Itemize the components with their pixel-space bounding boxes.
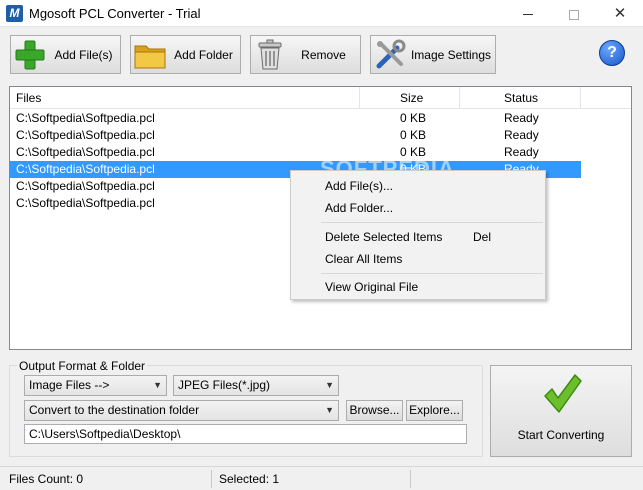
add-files-label: Add File(s) [54, 47, 113, 62]
explore-button[interactable]: Explore... [406, 400, 463, 421]
minimize-icon [523, 14, 533, 16]
output-format-group-title: Output Format & Folder [17, 359, 148, 373]
column-header-files[interactable]: Files [10, 87, 360, 109]
remove-button[interactable]: Remove [250, 35, 361, 74]
file-path: C:\Softpedia\Softpedia.pcl [16, 162, 155, 176]
output-path-field[interactable]: C:\Users\Softpedia\Desktop\ [24, 424, 467, 444]
menu-item-label: Clear All Items [325, 252, 403, 266]
help-button[interactable]: ? [599, 40, 625, 66]
selected-count-status: Selected: 1 [219, 472, 280, 486]
add-files-button[interactable]: Add File(s) [10, 35, 121, 74]
window-title: Mgosoft PCL Converter - Trial [29, 6, 201, 21]
file-path: C:\Softpedia\Softpedia.pcl [16, 145, 155, 159]
file-size: 0 KB [400, 111, 427, 125]
context-menu: Add File(s)... Add Folder... Delete Sele… [290, 170, 546, 300]
close-icon: ✕ [613, 5, 627, 22]
format-type-select[interactable]: Image Files --> ▼ [24, 375, 167, 396]
explore-label: Explore... [409, 403, 460, 417]
file-path: C:\Softpedia\Softpedia.pcl [16, 179, 155, 193]
menu-item-shortcut: Del [473, 230, 492, 244]
image-settings-label: Image Settings [410, 47, 492, 62]
file-path: C:\Softpedia\Softpedia.pcl [16, 196, 155, 210]
image-settings-button[interactable]: Image Settings [370, 35, 496, 74]
menu-separator [321, 222, 543, 223]
file-status: Ready [504, 111, 539, 125]
title-bar: M Mgosoft PCL Converter - Trial ✕ [0, 0, 643, 27]
menu-item-label: Add File(s)... [325, 179, 394, 193]
browse-label: Browse... [349, 403, 400, 417]
start-converting-button[interactable]: Start Converting [490, 365, 632, 457]
menu-item-label: Add Folder... [325, 201, 394, 215]
menu-separator [321, 273, 543, 274]
format-subtype-value: JPEG Files(*.jpg) [178, 378, 271, 392]
table-row[interactable]: C:\Softpedia\Softpedia.pcl 0 KB Ready [10, 110, 581, 127]
menu-item-label: Delete Selected Items [325, 230, 443, 244]
trash-can-icon [253, 38, 287, 72]
destination-mode-select[interactable]: Convert to the destination folder ▼ [24, 400, 339, 421]
chevron-down-icon: ▼ [153, 380, 162, 390]
add-folder-label: Add Folder [174, 47, 233, 62]
add-folder-button[interactable]: Add Folder [130, 35, 241, 74]
menu-item-label: View Original File [325, 280, 419, 294]
column-header-size[interactable]: Size [360, 87, 460, 109]
file-path: C:\Softpedia\Softpedia.pcl [16, 111, 155, 125]
browse-button[interactable]: Browse... [346, 400, 403, 421]
format-subtype-select[interactable]: JPEG Files(*.jpg) ▼ [173, 375, 339, 396]
maximize-icon [569, 9, 579, 20]
menu-item-delete-selected[interactable]: Delete Selected Items Del [291, 226, 545, 248]
destination-mode-value: Convert to the destination folder [29, 403, 200, 417]
menu-item-clear-all[interactable]: Clear All Items [291, 248, 545, 270]
file-status: Ready [504, 128, 539, 142]
format-type-value: Image Files --> [29, 378, 110, 392]
output-path-value: C:\Users\Softpedia\Desktop\ [29, 427, 181, 441]
chevron-down-icon: ▼ [325, 380, 334, 390]
menu-item-add-folder[interactable]: Add Folder... [291, 197, 545, 219]
table-row[interactable]: C:\Softpedia\Softpedia.pcl 0 KB Ready [10, 127, 581, 144]
status-separator [211, 470, 212, 488]
folder-icon [133, 38, 167, 72]
table-row[interactable]: C:\Softpedia\Softpedia.pcl 0 KB Ready [10, 144, 581, 161]
tools-icon [373, 38, 407, 72]
status-bar: Files Count: 0 Selected: 1 [0, 466, 643, 490]
column-header-status[interactable]: Status [460, 87, 581, 109]
files-count-status: Files Count: 0 [9, 472, 84, 486]
help-icon: ? [607, 44, 617, 61]
status-separator [410, 470, 411, 488]
app-logo-icon: M [6, 5, 23, 22]
menu-item-add-files[interactable]: Add File(s)... [291, 175, 545, 197]
chevron-down-icon: ▼ [325, 405, 334, 415]
green-checkmark-icon [542, 372, 582, 416]
green-plus-icon [13, 38, 47, 72]
file-size: 0 KB [400, 128, 427, 142]
file-status: Ready [504, 145, 539, 159]
start-converting-label: Start Converting [517, 428, 605, 442]
close-button[interactable]: ✕ [597, 0, 643, 27]
remove-label: Remove [301, 47, 346, 62]
file-path: C:\Softpedia\Softpedia.pcl [16, 128, 155, 142]
minimize-button[interactable] [505, 0, 551, 27]
maximize-button [551, 0, 597, 27]
file-list-header: Files Size Status [10, 87, 631, 109]
menu-item-view-original[interactable]: View Original File [291, 276, 545, 298]
